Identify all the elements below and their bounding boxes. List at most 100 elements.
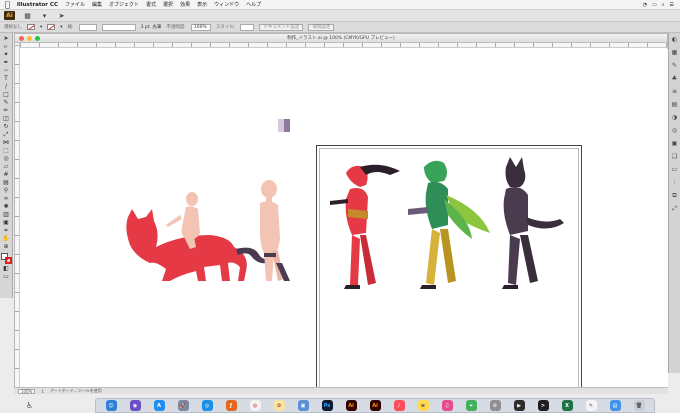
photos-icon[interactable]: ✿ — [273, 400, 285, 411]
curvature-tool-icon[interactable]: ∽ — [1, 67, 11, 74]
folder-icon[interactable]: ▤ — [609, 400, 621, 411]
music-icon[interactable]: ♪ — [393, 400, 405, 411]
menu-type[interactable]: 書式 — [146, 1, 156, 8]
paintbrush-tool-icon[interactable]: ✎ — [1, 99, 11, 106]
illustrator2-icon[interactable]: Ai — [369, 400, 381, 411]
menu-object[interactable]: オブジェクト — [109, 1, 139, 8]
transform-panel-icon[interactable]: ⤢ — [671, 205, 679, 212]
appstore-icon[interactable]: A — [153, 400, 165, 411]
selection-tool-icon[interactable]: ➤ — [1, 35, 11, 42]
trash-icon[interactable]: 🗑 — [633, 400, 645, 411]
launchpad-icon[interactable]: 🚀 — [177, 400, 189, 411]
stroke-swatch-icon[interactable] — [4, 257, 12, 264]
itunes-icon[interactable]: ♫ — [441, 400, 453, 411]
menu-extra-icon[interactable]: ☰ — [670, 2, 674, 8]
chevron-down-icon[interactable]: ▾ — [40, 25, 42, 30]
siri-icon[interactable]: ◉ — [129, 400, 141, 411]
excel-icon[interactable]: X — [561, 400, 573, 411]
brush-preset[interactable]: 3 pt. 丸筆 — [141, 24, 162, 30]
width-tool-icon[interactable]: ⋈ — [1, 139, 11, 146]
search-icon[interactable]: ⌕ — [662, 2, 665, 8]
safari-icon[interactable]: ◎ — [201, 400, 213, 411]
layers-panel-icon[interactable]: ❏ — [671, 153, 679, 160]
maps-icon[interactable]: ⌖ — [465, 400, 477, 411]
brushes-panel-icon[interactable]: ✎ — [671, 62, 679, 69]
pathfinder-panel-icon[interactable]: ⧉ — [671, 192, 679, 199]
terminal-icon[interactable]: > — [537, 400, 549, 411]
draw-mode-icon[interactable]: ◧ — [1, 265, 11, 272]
scale-tool-icon[interactable]: ⤢ — [1, 131, 11, 138]
textedit-icon[interactable]: ✎ — [585, 400, 597, 411]
blend-tool-icon[interactable]: ∞ — [1, 195, 11, 202]
shape-builder-icon[interactable]: ◎ — [1, 155, 11, 162]
artwork[interactable] — [20, 49, 668, 387]
app-menu[interactable]: Illustrator CC — [17, 2, 58, 8]
illustrator-icon[interactable]: Ai — [345, 400, 357, 411]
column-graph-icon[interactable]: ▥ — [1, 211, 11, 218]
finder-icon[interactable]: ☺ — [105, 400, 117, 411]
transparency-panel-icon[interactable]: ◑ — [671, 114, 679, 121]
eyedropper-tool-icon[interactable]: ⚲ — [1, 187, 11, 194]
zoom-tool-icon[interactable]: ⊕ — [1, 243, 11, 250]
artboard-navigation[interactable]: 1 — [41, 389, 44, 394]
photoshop-icon[interactable]: Ps — [321, 400, 333, 411]
line-tool-icon[interactable]: / — [1, 83, 11, 90]
preferences-button[interactable]: 環境設定 — [308, 23, 335, 31]
green-character[interactable] — [408, 160, 490, 289]
layout-grid-icon[interactable]: ▦ — [23, 12, 32, 20]
artboards-panel-icon[interactable]: ▭ — [671, 166, 679, 173]
minimize-button[interactable] — [27, 36, 32, 41]
perspective-grid-icon[interactable]: ▱ — [1, 163, 11, 170]
direct-selection-tool-icon[interactable]: ▹ — [1, 43, 11, 50]
brush-definition[interactable] — [101, 23, 136, 31]
menu-window[interactable]: ウィンドウ — [214, 1, 239, 8]
fill-swatch[interactable] — [27, 24, 35, 30]
style-picker[interactable] — [240, 23, 255, 31]
send-icon[interactable]: ➤ — [57, 12, 66, 20]
gradient-tool-icon[interactable]: ▤ — [1, 179, 11, 186]
document-setup-button[interactable]: ドキュメント設定 — [259, 23, 304, 31]
standing-mannequin[interactable] — [260, 180, 290, 281]
chrome-icon[interactable]: ◍ — [249, 400, 261, 411]
mesh-tool-icon[interactable]: # — [1, 171, 11, 178]
gradient-panel-icon[interactable]: ▤ — [671, 101, 679, 108]
eraser-tool-icon[interactable]: ◫ — [1, 115, 11, 122]
menu-file[interactable]: ファイル — [65, 1, 85, 8]
red-character[interactable] — [330, 164, 400, 289]
graphic-styles-panel-icon[interactable]: ▣ — [671, 140, 679, 147]
fill-stroke-swatches[interactable] — [0, 253, 12, 264]
symbol-sprayer-icon[interactable]: ✺ — [1, 203, 11, 210]
menu-select[interactable]: 選択 — [163, 1, 173, 8]
pen-tool-icon[interactable]: ✒ — [1, 59, 11, 66]
hand-tool-icon[interactable]: ✋ — [1, 235, 11, 242]
menu-edit[interactable]: 編集 — [92, 1, 102, 8]
rectangle-tool-icon[interactable]: □ — [1, 91, 11, 98]
screen-mode-icon[interactable]: ▭ — [1, 273, 11, 280]
magic-wand-icon[interactable]: ✦ — [1, 51, 11, 58]
opacity-field[interactable]: 100% — [190, 23, 211, 31]
horizontal-ruler[interactable] — [20, 43, 667, 48]
slice-tool-icon[interactable]: ⌗ — [1, 227, 11, 234]
stroke-panel-icon[interactable]: ≡ — [671, 88, 679, 95]
menu-effect[interactable]: 効果 — [180, 1, 190, 8]
close-button[interactable] — [19, 36, 24, 41]
zoom-level[interactable]: 100% — [18, 388, 36, 394]
maximize-button[interactable] — [35, 36, 40, 41]
wifi-icon[interactable]: ◔ — [643, 2, 647, 8]
menu-help[interactable]: ヘルプ — [246, 1, 261, 8]
chevron-down-icon[interactable]: ▾ — [60, 25, 62, 30]
pencil-tool-icon[interactable]: ✏ — [1, 107, 11, 114]
appearance-panel-icon[interactable]: ◎ — [671, 127, 679, 134]
apple-icon[interactable]:  — [5, 0, 10, 10]
finder2-icon[interactable]: ▣ — [297, 400, 309, 411]
notes-icon[interactable]: ≡ — [417, 400, 429, 411]
accessibility-icon[interactable]: ♿ — [26, 401, 36, 411]
stroke-weight-field[interactable] — [78, 23, 97, 31]
status-tool-info[interactable]: アートボード…ツールを使用 — [50, 388, 102, 394]
menu-view[interactable]: 表示 — [197, 1, 207, 8]
stroke-swatch[interactable] — [47, 24, 56, 30]
symbols-panel-icon[interactable]: ♣ — [671, 75, 679, 82]
battery-icon[interactable]: ▭ — [652, 2, 657, 8]
rotate-tool-icon[interactable]: ↻ — [1, 123, 11, 130]
artboard-tool-icon[interactable]: ▣ — [1, 219, 11, 226]
